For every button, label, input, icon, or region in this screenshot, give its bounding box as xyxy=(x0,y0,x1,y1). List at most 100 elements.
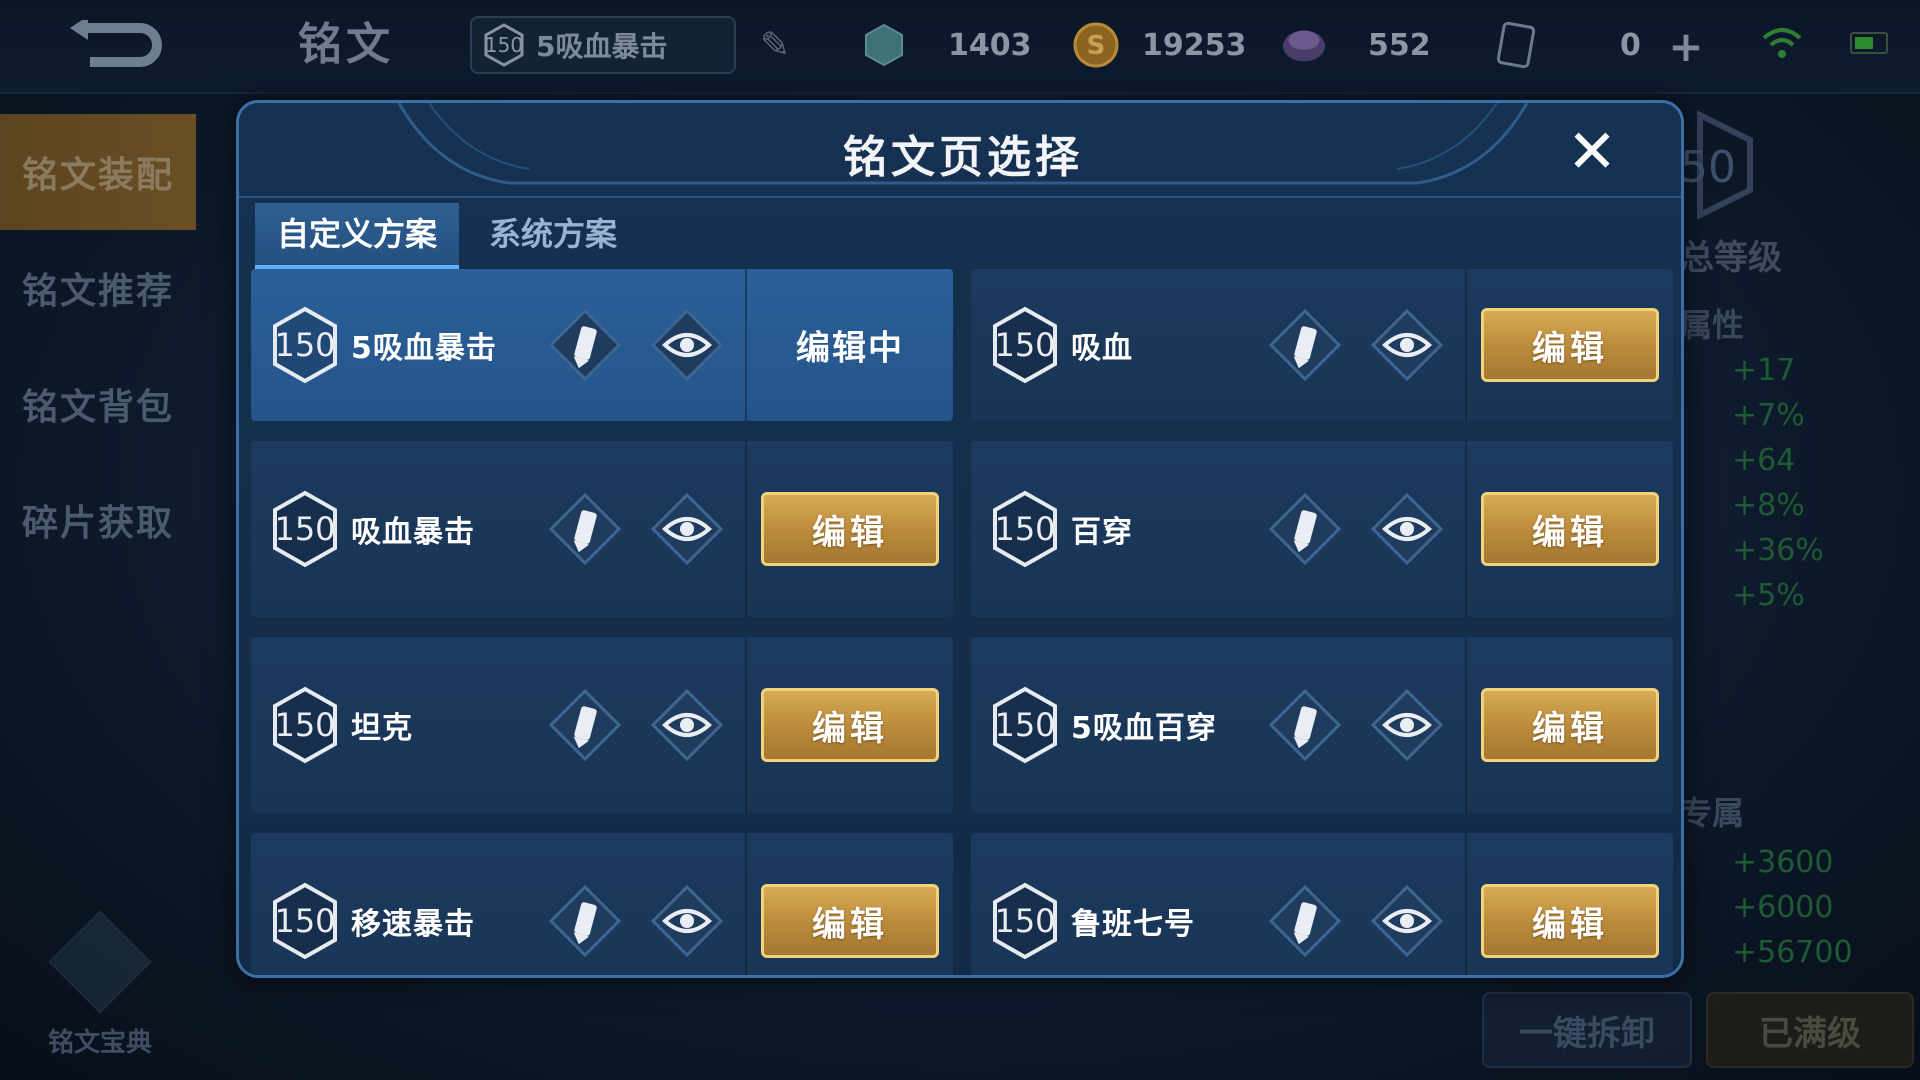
eye-icon xyxy=(650,492,724,566)
edit-button[interactable]: 编辑 xyxy=(761,884,939,958)
eye-icon xyxy=(650,308,724,382)
wifi-icon xyxy=(1760,26,1804,68)
back-button[interactable] xyxy=(40,14,190,76)
sidebar: 铭文装配 铭文推荐 铭文背包 碎片获取 xyxy=(0,114,196,578)
eye-icon xyxy=(650,884,724,958)
edit-button[interactable]: 编辑 xyxy=(1481,884,1659,958)
edit-button[interactable]: 编辑 xyxy=(1481,688,1659,762)
card-divider xyxy=(745,833,747,975)
preview-button[interactable] xyxy=(1369,491,1445,567)
rune-page-card[interactable]: 150 5吸血百穿 编辑 xyxy=(971,637,1673,813)
add-resource-button[interactable]: + xyxy=(1660,20,1712,72)
rune-page-select-modal: 铭文页选择 ✕ 自定义方案 系统方案 150 5吸血暴击 编辑中 150 吸血 … xyxy=(236,100,1684,978)
dismantle-all-button[interactable]: 一键拆卸 xyxy=(1482,992,1692,1068)
rename-button[interactable] xyxy=(547,307,623,383)
rename-button[interactable] xyxy=(547,491,623,567)
preview-button[interactable] xyxy=(1369,883,1445,959)
gold-coin-icon: S xyxy=(1072,21,1120,69)
total-level-value: 50 xyxy=(1680,142,1736,193)
tab-custom-scheme[interactable]: 自定义方案 xyxy=(255,203,460,269)
card-divider xyxy=(1465,269,1467,421)
rune-page-level: 150 xyxy=(274,706,336,744)
rune-page-card[interactable]: 150 移速暴击 编辑 xyxy=(251,833,953,975)
crystal-count: 1403 xyxy=(948,27,1032,63)
level-hex-icon: 150 xyxy=(989,489,1061,569)
preview-button[interactable] xyxy=(649,883,725,959)
preview-button[interactable] xyxy=(649,687,725,763)
exclusive-value: +3600 xyxy=(1732,845,1834,880)
level-hex-icon: 150 xyxy=(269,881,341,961)
modal-title: 铭文页选择 xyxy=(843,132,1083,183)
preview-button[interactable] xyxy=(1369,307,1445,383)
rune-page-name: 鲁班七号 xyxy=(1071,907,1195,942)
rune-page-level: 150 xyxy=(274,326,336,364)
svg-text:S: S xyxy=(1087,31,1106,61)
rune-page-card[interactable]: 150 5吸血暴击 编辑中 xyxy=(251,269,953,421)
card-divider xyxy=(745,441,747,617)
sidebar-item-rune-equip[interactable]: 铭文装配 xyxy=(0,114,196,230)
current-page-level: 150 xyxy=(484,33,524,57)
rune-page-card[interactable]: 150 吸血 编辑 xyxy=(971,269,1673,421)
attribute-value: +17 xyxy=(1732,353,1796,388)
pencil-resource: ✎ xyxy=(760,16,790,74)
eye-icon xyxy=(1370,688,1444,762)
card-divider xyxy=(1465,833,1467,975)
exclusive-label: 专属 xyxy=(1680,794,1745,832)
maxed-level-button[interactable]: 已满级 xyxy=(1706,992,1914,1068)
rune-page-level: 150 xyxy=(274,902,336,940)
page-title: 铭文 xyxy=(298,19,394,70)
attributes-label: 属性 xyxy=(1680,306,1745,344)
edit-button[interactable]: 编辑 xyxy=(1481,308,1659,382)
rune-page-level: 150 xyxy=(994,902,1056,940)
card-resource: 0 xyxy=(1492,16,1641,74)
pencil-icon xyxy=(548,492,622,566)
attribute-value: +5% xyxy=(1732,578,1805,613)
rename-button[interactable] xyxy=(1267,491,1343,567)
preview-button[interactable] xyxy=(649,491,725,567)
card-count: 0 xyxy=(1620,27,1641,63)
level-hex-icon: 150 xyxy=(989,305,1061,385)
rune-page-grid: 150 5吸血暴击 编辑中 150 吸血 编辑 150 吸血暴击 编辑 150 … xyxy=(251,269,1673,975)
book-icon xyxy=(48,910,152,1014)
current-rune-page-selector[interactable]: 150 5吸血暴击 xyxy=(470,16,736,74)
sidebar-item-shard-obtain[interactable]: 碎片获取 xyxy=(0,462,196,578)
rune-page-card[interactable]: 150 百穿 编辑 xyxy=(971,441,1673,617)
edit-button[interactable]: 编辑 xyxy=(761,688,939,762)
level-hex-icon: 150 xyxy=(269,489,341,569)
sidebar-item-rune-recommend[interactable]: 铭文推荐 xyxy=(0,230,196,346)
edit-button[interactable]: 编辑 xyxy=(761,492,939,566)
level-hex-icon: 150 xyxy=(482,23,526,67)
rune-codex-button[interactable]: 铭文宝典 xyxy=(30,910,170,1059)
level-hex-icon: 150 xyxy=(989,685,1061,765)
edit-button[interactable]: 编辑 xyxy=(1481,492,1659,566)
rune-page-card[interactable]: 150 坦克 编辑 xyxy=(251,637,953,813)
back-arrow-icon xyxy=(70,20,162,67)
preview-button[interactable] xyxy=(1369,687,1445,763)
gem-count: 552 xyxy=(1368,27,1431,63)
attribute-values: +17 +7% +64 +8% +36% +5% xyxy=(1732,348,1824,618)
eye-icon xyxy=(1370,308,1444,382)
pencil-icon xyxy=(548,308,622,382)
rename-button[interactable] xyxy=(1267,307,1343,383)
close-button[interactable]: ✕ xyxy=(1561,121,1623,183)
rune-page-card[interactable]: 150 鲁班七号 编辑 xyxy=(971,833,1673,975)
rune-page-level: 150 xyxy=(994,706,1056,744)
tab-system-scheme[interactable]: 系统方案 xyxy=(467,203,639,265)
rename-button[interactable] xyxy=(547,883,623,959)
battery-icon xyxy=(1850,32,1888,54)
top-bar: 铭文 150 5吸血暴击 ✎ 1403 S 19253 552 0 + xyxy=(0,0,1920,94)
attribute-value: +8% xyxy=(1732,488,1805,523)
card-divider xyxy=(745,269,747,421)
rename-button[interactable] xyxy=(1267,883,1343,959)
pencil-icon xyxy=(1268,688,1342,762)
exclusive-value: +6000 xyxy=(1732,890,1834,925)
rune-page-card[interactable]: 150 吸血暴击 编辑 xyxy=(251,441,953,617)
pencil-icon xyxy=(1268,492,1342,566)
level-hex-icon: 150 xyxy=(989,881,1061,961)
sidebar-item-rune-bag[interactable]: 铭文背包 xyxy=(0,346,196,462)
preview-button[interactable] xyxy=(649,307,725,383)
card-divider xyxy=(1465,441,1467,617)
rune-page-level: 150 xyxy=(274,510,336,548)
rename-button[interactable] xyxy=(547,687,623,763)
rename-button[interactable] xyxy=(1267,687,1343,763)
